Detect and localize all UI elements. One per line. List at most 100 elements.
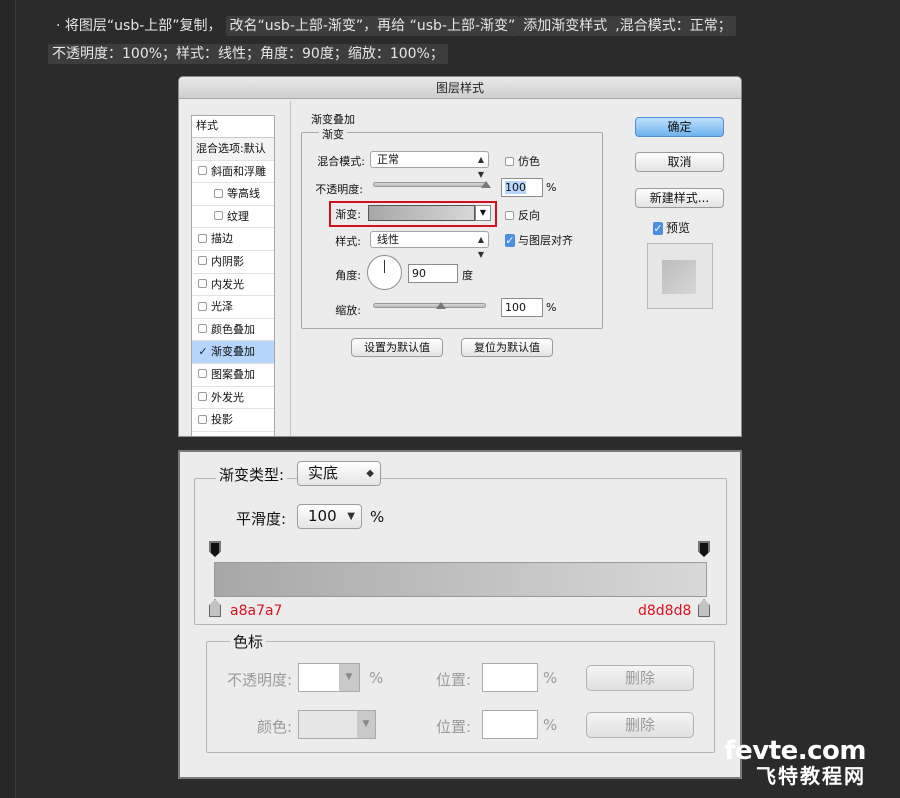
- checkbox[interactable]: [505, 156, 514, 166]
- delete-color-stop-button[interactable]: 删除: [586, 712, 694, 738]
- align-with-layer-checkbox[interactable]: ✓ 与图层对齐: [505, 232, 573, 248]
- stop-color-swatch[interactable]: ▼: [298, 710, 376, 739]
- checkbox[interactable]: [198, 233, 207, 243]
- sidebar-item-label: 内发光: [211, 277, 244, 291]
- dither-checkbox[interactable]: 仿色: [505, 153, 540, 169]
- sidebar-item-label: 纹理: [227, 209, 249, 223]
- sidebar-item-label: 描边: [211, 232, 233, 246]
- ok-button[interactable]: 确定: [635, 117, 724, 137]
- style-value: 线性: [377, 233, 399, 246]
- checkmark-icon[interactable]: ✓: [505, 234, 515, 247]
- scale-unit: %: [546, 301, 557, 314]
- style-select[interactable]: 线性 ▲ ▼: [370, 231, 489, 259]
- checkmark-icon[interactable]: ✓: [198, 341, 208, 363]
- checkbox[interactable]: [214, 188, 223, 198]
- reverse-checkbox[interactable]: 反向: [505, 207, 540, 223]
- color-stops-title: 色标: [230, 631, 267, 652]
- sidebar-item-label: 投影: [211, 413, 233, 427]
- sidebar-item-satin[interactable]: 光泽: [192, 296, 274, 319]
- opacity-slider-thumb[interactable]: [481, 181, 491, 188]
- sidebar-item-outer-glow[interactable]: 外发光: [192, 387, 274, 410]
- stop-opacity-input[interactable]: ▼: [298, 663, 360, 692]
- preview-checkbox[interactable]: ✓ 预览: [653, 219, 690, 236]
- scale-slider[interactable]: [373, 303, 486, 308]
- sidebar-item-gradient-overlay[interactable]: ✓ 渐变叠加: [192, 341, 274, 364]
- stop-color-position-label: 位置:: [436, 718, 472, 736]
- subsection-title: 渐变: [319, 126, 347, 142]
- sidebar-item-color-overlay[interactable]: 颜色叠加: [192, 319, 274, 342]
- preview-swatch: [662, 260, 696, 294]
- sidebar-item-contour[interactable]: 等高线: [192, 183, 274, 206]
- stop-opacity-label: 不透明度:: [226, 671, 292, 689]
- instruction-part-3: 添加渐变样式: [519, 16, 612, 36]
- dither-label: 仿色: [518, 155, 540, 168]
- blend-mode-select[interactable]: 正常 ▲ ▼: [370, 151, 489, 179]
- instruction-part-5: 不透明度：100%；样式：线性；角度：90度；缩放：100%；: [48, 44, 448, 64]
- stop-opacity-unit: %: [369, 669, 384, 687]
- angle-dial[interactable]: [367, 255, 402, 290]
- sidebar-item-label: 渐变叠加: [211, 345, 255, 359]
- sidebar-item-drop-shadow[interactable]: 投影: [192, 409, 274, 432]
- checkmark-icon[interactable]: ✓: [653, 222, 663, 235]
- checkbox[interactable]: [214, 211, 223, 221]
- layer-style-dialog: 图层样式 样式 混合选项:默认 斜面和浮雕 等高线 纹理 描边 内阴影 内发光 …: [178, 76, 742, 437]
- gradient-dropdown-arrow-icon[interactable]: ▼: [475, 205, 491, 221]
- new-style-button[interactable]: 新建样式...: [635, 188, 724, 208]
- smoothness-value: 100: [308, 507, 337, 525]
- styles-sidebar: 样式 混合选项:默认 斜面和浮雕 等高线 纹理 描边 内阴影 内发光 光泽 颜色…: [191, 115, 275, 436]
- cancel-button[interactable]: 取消: [635, 152, 724, 172]
- opacity-value: 100: [505, 181, 526, 194]
- sidebar-item-inner-shadow[interactable]: 内阴影: [192, 251, 274, 274]
- sidebar-item-label: 混合选项:默认: [196, 142, 266, 155]
- checkbox[interactable]: [505, 210, 514, 220]
- instruction-part-1: · 将图层“usb-上部”复制，: [56, 18, 222, 34]
- preview-label: 预览: [666, 221, 691, 235]
- scale-input[interactable]: 100: [501, 298, 543, 317]
- divider: [290, 101, 291, 436]
- chevron-down-icon[interactable]: ▼: [339, 664, 359, 691]
- chevron-down-icon: ▼: [347, 511, 355, 522]
- stop-opacity-position-label: 位置:: [436, 671, 472, 689]
- checkbox[interactable]: [198, 301, 207, 311]
- align-label: 与图层对齐: [518, 234, 573, 247]
- checkbox[interactable]: [198, 279, 207, 289]
- reset-default-button[interactable]: 复位为默认值: [461, 338, 553, 357]
- opacity-slider[interactable]: [373, 182, 486, 187]
- sidebar-item-blending-options[interactable]: 混合选项:默认: [192, 138, 274, 161]
- checkbox[interactable]: [198, 414, 207, 424]
- blend-mode-label: 混合模式:: [317, 155, 365, 168]
- opacity-input[interactable]: 100: [501, 178, 543, 197]
- checkbox[interactable]: [198, 166, 207, 176]
- angle-needle: [384, 260, 385, 273]
- sidebar-item-bevel-emboss[interactable]: 斜面和浮雕: [192, 161, 274, 184]
- gradient-bar[interactable]: [214, 562, 707, 597]
- updown-arrow-icon: ◆: [366, 468, 374, 479]
- angle-input[interactable]: 90: [408, 264, 458, 283]
- make-default-button[interactable]: 设置为默认值: [351, 338, 443, 357]
- stop-right-hex: d8d8d8: [638, 603, 692, 619]
- reverse-label: 反向: [518, 209, 540, 222]
- gradient-type-select[interactable]: 实底 ◆: [297, 461, 381, 486]
- stop-opacity-position-input[interactable]: [482, 663, 538, 692]
- checkbox[interactable]: [198, 324, 207, 334]
- gradient-swatch[interactable]: [368, 205, 475, 221]
- stop-color-position-input[interactable]: [482, 710, 538, 739]
- sidebar-item-pattern-overlay[interactable]: 图案叠加: [192, 364, 274, 387]
- blend-mode-value: 正常: [377, 153, 399, 166]
- angle-unit: 度: [462, 269, 473, 282]
- delete-opacity-stop-button[interactable]: 删除: [586, 665, 694, 691]
- smoothness-select[interactable]: 100 ▼: [297, 504, 362, 529]
- sidebar-item-inner-glow[interactable]: 内发光: [192, 274, 274, 297]
- gradient-type-label: 渐变类型:: [216, 464, 288, 485]
- checkbox[interactable]: [198, 256, 207, 266]
- stop-opacity-position-unit: %: [543, 669, 558, 687]
- chevron-down-icon[interactable]: ▼: [357, 711, 375, 738]
- checkbox[interactable]: [198, 392, 207, 402]
- stop-color-position-unit: %: [543, 716, 558, 734]
- smoothness-label: 平滑度:: [236, 510, 287, 528]
- scale-slider-thumb[interactable]: [435, 302, 446, 309]
- checkbox[interactable]: [198, 369, 207, 379]
- sidebar-item-texture[interactable]: 纹理: [192, 206, 274, 229]
- sidebar-item-stroke[interactable]: 描边: [192, 228, 274, 251]
- opacity-label: 不透明度:: [315, 183, 363, 196]
